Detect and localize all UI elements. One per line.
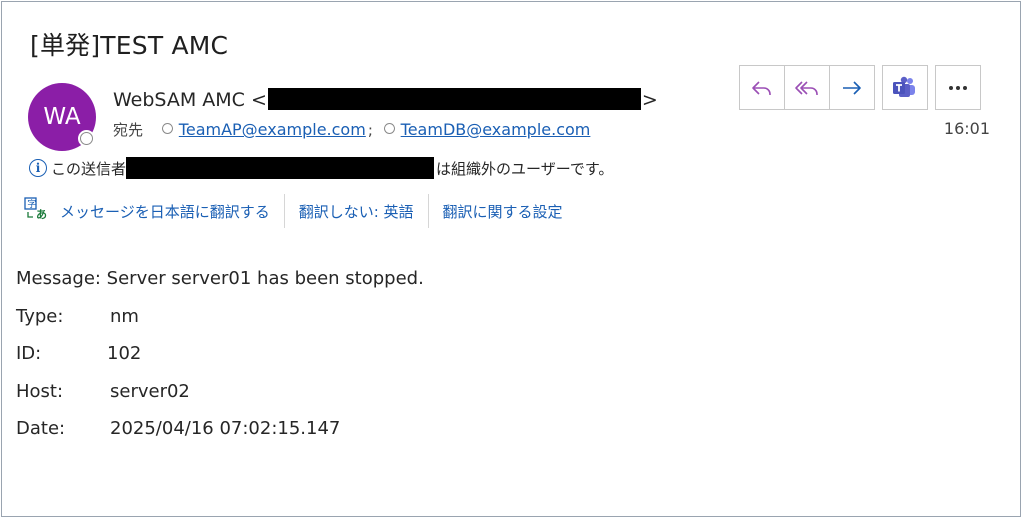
email-subject: [単発]TEST AMC	[30, 31, 229, 60]
reply-button[interactable]	[739, 65, 785, 110]
redacted-sender-address	[267, 87, 641, 110]
received-time: 16:01	[943, 119, 990, 138]
sender-line[interactable]: WebSAM AMC < >	[113, 87, 658, 112]
svg-text:あ: あ	[36, 208, 47, 221]
info-icon: i	[29, 159, 47, 177]
field-value: 2025/04/16 07:02:15.147	[110, 418, 341, 439]
translate-icon: 字 あ	[24, 196, 48, 226]
field-value: server02	[110, 380, 190, 402]
field-row-id: ID: 102	[16, 335, 424, 373]
more-actions-button[interactable]	[935, 65, 981, 110]
email-reading-pane: [単発]TEST AMC WA WebSAM AMC < > 宛先 TeamAP@…	[1, 1, 1021, 517]
translation-settings-label: 翻訳に関する設定	[442, 202, 563, 221]
reply-all-icon	[795, 80, 818, 95]
warning-text-suffix: は組織外のユーザーです。	[436, 159, 614, 178]
teams-icon	[893, 76, 915, 97]
recipient-link[interactable]: TeamDB@example.com	[401, 120, 591, 139]
reply-all-button[interactable]	[784, 65, 830, 110]
avatar-initials: WA	[43, 104, 81, 130]
recipient-separator: ;	[367, 121, 373, 139]
field-label: Date:	[16, 418, 66, 439]
message-line: Message: Server server01 has been stoppe…	[16, 260, 424, 298]
translate-message-label: メッセージを日本語に翻訳する	[60, 202, 270, 221]
field-label: Host:	[16, 380, 64, 402]
translate-message-button[interactable]: 字 あ メッセージを日本語に翻訳する	[24, 193, 284, 229]
forward-button[interactable]	[829, 65, 875, 110]
recipient-presence-icon	[383, 123, 395, 134]
message-actions-toolbar	[739, 65, 981, 110]
warning-text-prefix: この送信者	[51, 159, 127, 178]
recipients-row: 宛先 TeamAP@example.com; TeamDB@example.co…	[113, 119, 590, 140]
forward-icon	[843, 80, 861, 95]
recipient-link[interactable]: TeamAP@example.com	[179, 120, 366, 139]
message-text: Message: Server server01 has been stoppe…	[16, 268, 424, 289]
more-icon	[949, 85, 967, 90]
field-row-type: Type: nm	[16, 298, 424, 336]
field-label: Type:	[16, 305, 64, 327]
translation-settings-button[interactable]: 翻訳に関する設定	[429, 193, 577, 229]
field-row-date: Date: 2025/04/16 07:02:15.147	[16, 410, 424, 448]
field-value: 102	[107, 343, 142, 364]
reply-icon	[752, 80, 771, 95]
external-sender-warning: i この送信者 は組織外のユーザーです。	[29, 157, 613, 179]
field-row-host: Host: server02	[16, 373, 424, 411]
redacted-sender-address	[126, 157, 435, 179]
recipients-label: 宛先	[113, 121, 144, 139]
teams-share-button[interactable]	[882, 65, 928, 110]
message-body: Message: Server server01 has been stoppe…	[16, 260, 424, 448]
svg-text:字: 字	[27, 198, 36, 210]
recipient-presence-icon	[161, 123, 173, 134]
field-value: nm	[110, 305, 139, 327]
translation-bar: 字 あ メッセージを日本語に翻訳する 翻訳しない: 英語 翻訳に関する設定	[24, 193, 577, 229]
dont-translate-button[interactable]: 翻訳しない: 英語	[285, 193, 428, 229]
sender-bracket-close: >	[641, 89, 658, 111]
dont-translate-label: 翻訳しない: 英語	[298, 202, 414, 221]
sender-name: WebSAM AMC <	[113, 89, 267, 111]
field-label: ID:	[16, 343, 42, 364]
presence-status-icon	[78, 130, 95, 147]
